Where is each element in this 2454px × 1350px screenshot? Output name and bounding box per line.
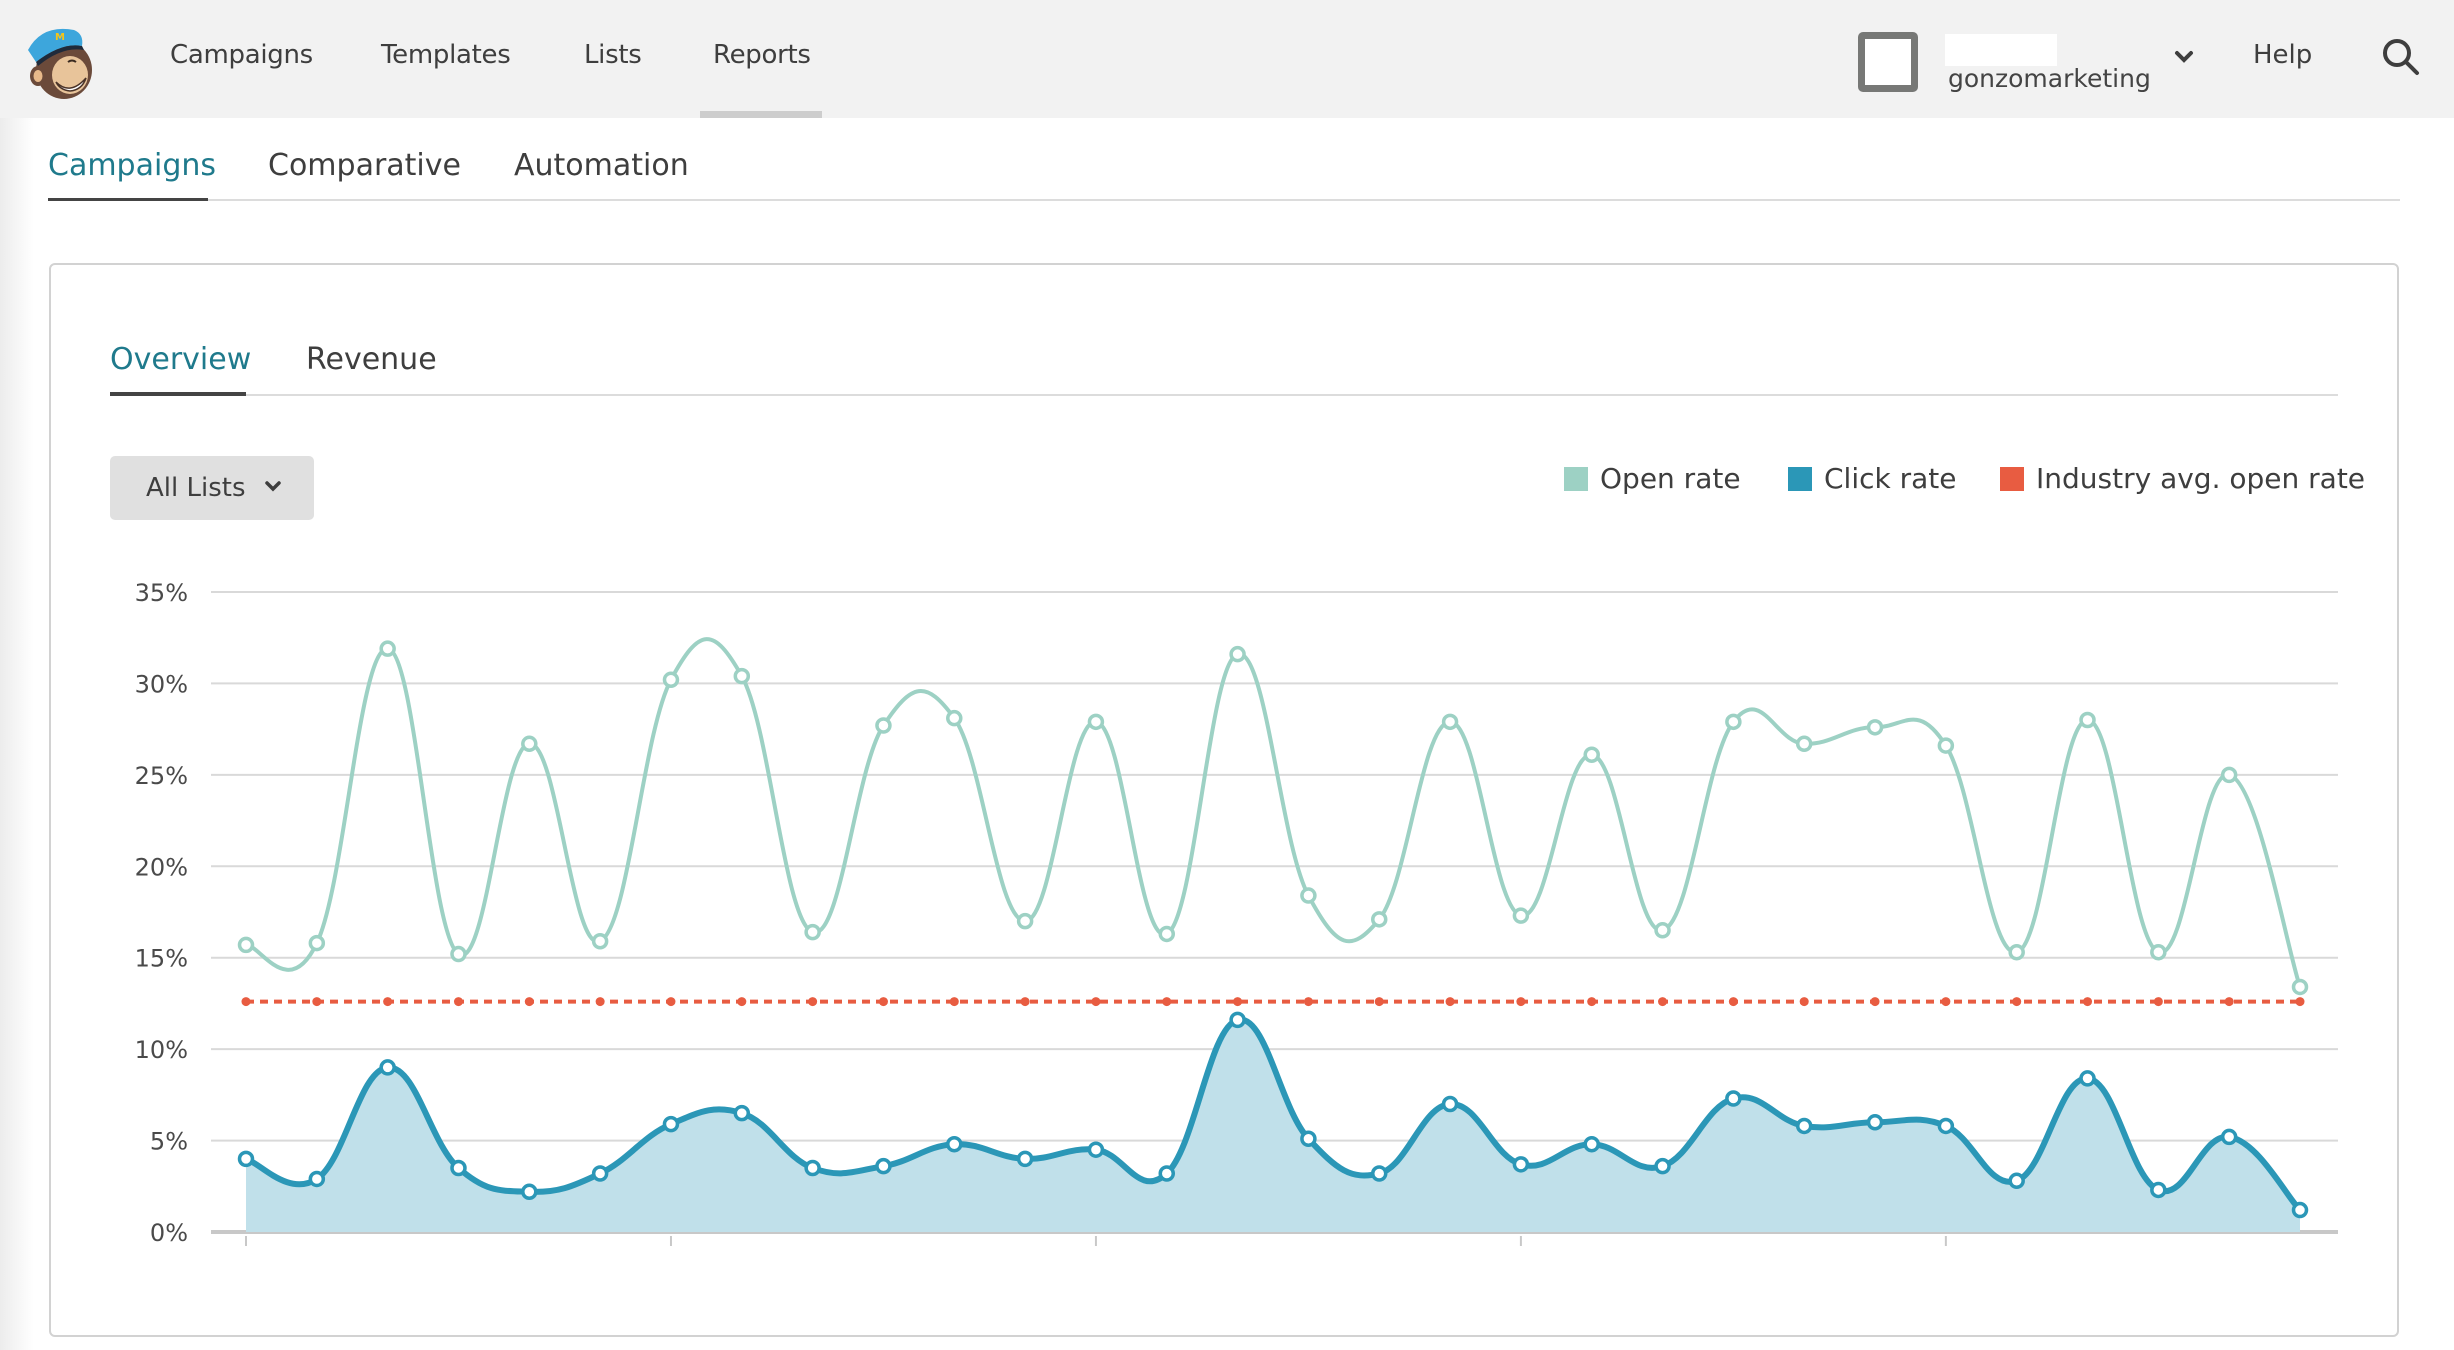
report-tabs-divider (48, 199, 2400, 201)
chevron-down-icon (265, 481, 281, 492)
page-left-shade (0, 118, 34, 1350)
tab-comparative[interactable]: Comparative (268, 148, 461, 183)
tab-active-underline (48, 198, 208, 201)
svg-text:M: M (55, 32, 65, 43)
legend-label-open-rate: Open rate (1600, 462, 1741, 495)
mailchimp-logo-icon[interactable]: M (22, 20, 102, 102)
nav-templates[interactable]: Templates (381, 40, 511, 70)
legend-swatch-click-rate (1788, 467, 1812, 491)
list-filter-value: All Lists (146, 473, 246, 503)
report-card (49, 263, 2399, 1337)
help-link[interactable]: Help (2253, 40, 2312, 70)
search-icon[interactable] (2382, 38, 2420, 76)
nav-campaigns[interactable]: Campaigns (170, 40, 313, 70)
chevron-down-icon[interactable] (2173, 48, 2195, 66)
nav-lists[interactable]: Lists (584, 40, 642, 70)
legend-label-industry-avg: Industry avg. open rate (2036, 462, 2366, 495)
account-avatar[interactable] (1858, 32, 1918, 92)
legend-swatch-open-rate (1564, 467, 1588, 491)
tab-automation[interactable]: Automation (514, 148, 689, 183)
account-name-redacted (1945, 34, 2057, 66)
legend-swatch-industry-avg (2000, 467, 2024, 491)
tab-revenue[interactable]: Revenue (306, 342, 437, 377)
tab-campaigns[interactable]: Campaigns (48, 148, 216, 183)
card-tabs-divider (110, 394, 2338, 396)
nav-reports[interactable]: Reports (713, 40, 811, 70)
card-tab-active-underline (110, 392, 246, 396)
legend-label-click-rate: Click rate (1824, 462, 1957, 495)
list-filter-dropdown[interactable]: All Lists (110, 456, 314, 520)
nav-active-indicator (700, 111, 822, 118)
account-org-name[interactable]: gonzomarketing (1948, 64, 2151, 93)
tab-overview[interactable]: Overview (110, 342, 251, 377)
top-navigation-bar: M Campaigns Templates Lists Reports gonz… (0, 0, 2454, 118)
